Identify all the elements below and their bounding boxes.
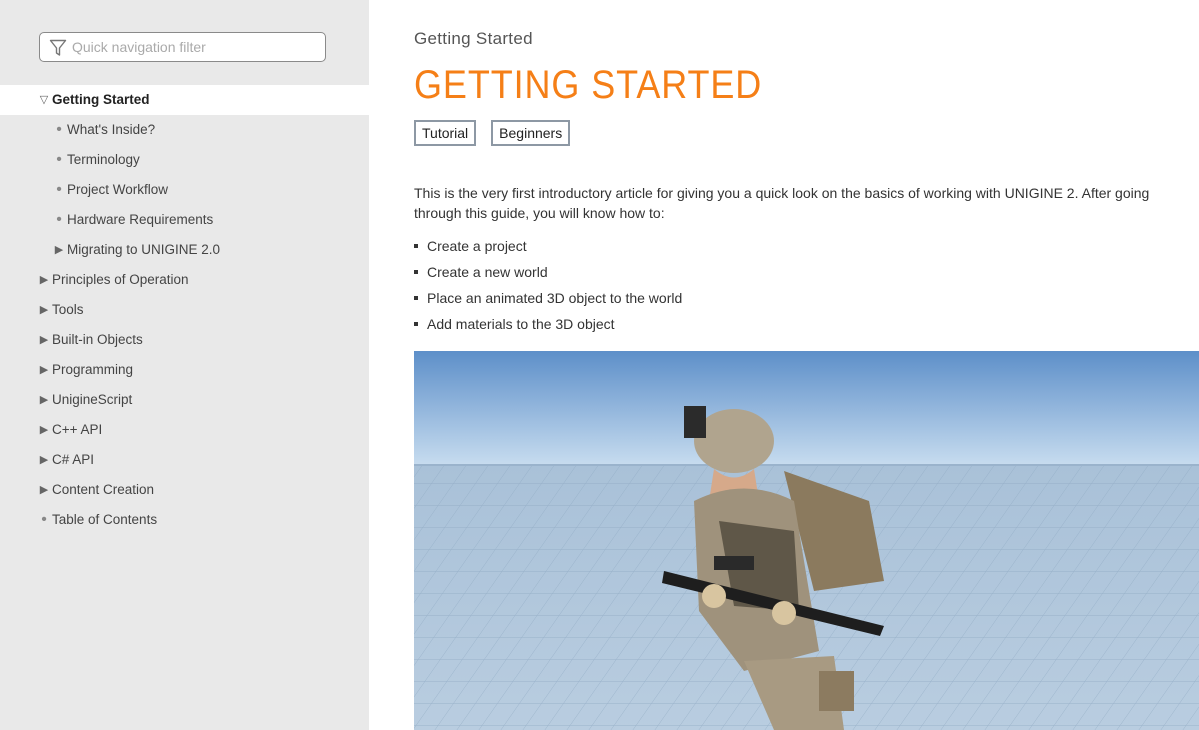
nav-item-label: Tools bbox=[52, 302, 84, 317]
nav-item-label: Principles of Operation bbox=[52, 272, 189, 287]
list-item: Add materials to the 3D object bbox=[414, 312, 682, 338]
bullet-icon: • bbox=[56, 121, 62, 138]
nav-item-terminology[interactable]: • Terminology bbox=[0, 145, 369, 175]
page-title: GETTING STARTED bbox=[414, 63, 763, 107]
navigation-filter[interactable] bbox=[39, 32, 326, 62]
tag-tutorial[interactable]: Tutorial bbox=[414, 120, 477, 146]
nav-item-tools[interactable]: ▶ Tools bbox=[0, 295, 369, 325]
bullet-icon: • bbox=[56, 181, 62, 198]
nav-item-getting-started[interactable]: ▽ Getting Started bbox=[0, 85, 369, 115]
collapsed-triangle-icon[interactable]: ▶ bbox=[38, 355, 50, 385]
nav-item-label: Content Creation bbox=[52, 482, 155, 497]
nav-item-label: Programming bbox=[52, 362, 134, 377]
expanded-triangle-icon[interactable]: ▽ bbox=[38, 85, 50, 115]
nav-item-label: What's Inside? bbox=[67, 122, 156, 137]
nav-item-table-of-contents[interactable]: • Table of Contents bbox=[0, 505, 369, 535]
sidebar: ▽ Getting Started • What's Inside? • Ter… bbox=[0, 0, 369, 730]
navigation-filter-input[interactable] bbox=[72, 33, 322, 61]
funnel-icon bbox=[49, 39, 67, 56]
navigation-tree: ▽ Getting Started • What's Inside? • Ter… bbox=[0, 85, 369, 535]
nav-item-label: Hardware Requirements bbox=[67, 212, 214, 227]
scene-illustration bbox=[414, 351, 1199, 730]
collapsed-triangle-icon[interactable]: ▶ bbox=[38, 295, 50, 325]
list-item: Place an animated 3D object to the world bbox=[414, 286, 682, 312]
bullet-icon: • bbox=[41, 511, 47, 528]
collapsed-triangle-icon[interactable]: ▶ bbox=[38, 265, 50, 295]
breadcrumb[interactable]: Getting Started bbox=[414, 29, 533, 49]
bullet-icon: • bbox=[56, 151, 62, 168]
tag-beginners[interactable]: Beginners bbox=[491, 120, 571, 146]
nav-item-label: Getting Started bbox=[52, 92, 150, 107]
nav-item-csharp-api[interactable]: ▶ C# API bbox=[0, 445, 369, 475]
collapsed-triangle-icon[interactable]: ▶ bbox=[38, 385, 50, 415]
tag-list: Tutorial Beginners bbox=[414, 120, 571, 146]
nav-item-label: UnigineScript bbox=[52, 392, 133, 407]
list-item: Create a new world bbox=[414, 260, 682, 286]
nav-item-content-creation[interactable]: ▶ Content Creation bbox=[0, 475, 369, 505]
collapsed-triangle-icon[interactable]: ▶ bbox=[38, 325, 50, 355]
nav-item-label: C# API bbox=[52, 452, 95, 467]
nav-item-migrating[interactable]: ▶ Migrating to UNIGINE 2.0 bbox=[0, 235, 369, 265]
nav-item-principles-of-operation[interactable]: ▶ Principles of Operation bbox=[0, 265, 369, 295]
nav-item-uniginescript[interactable]: ▶ UnigineScript bbox=[0, 385, 369, 415]
nav-item-project-workflow[interactable]: • Project Workflow bbox=[0, 175, 369, 205]
collapsed-triangle-icon[interactable]: ▶ bbox=[38, 475, 50, 505]
nav-item-label: Table of Contents bbox=[52, 512, 158, 527]
collapsed-triangle-icon[interactable]: ▶ bbox=[53, 235, 65, 265]
learning-goals-list: Create a project Create a new world Plac… bbox=[414, 234, 682, 338]
nav-item-label: C++ API bbox=[52, 422, 103, 437]
nav-item-label: Project Workflow bbox=[67, 182, 169, 197]
nav-item-whats-inside[interactable]: • What's Inside? bbox=[0, 115, 369, 145]
nav-item-programming[interactable]: ▶ Programming bbox=[0, 355, 369, 385]
list-item: Create a project bbox=[414, 234, 682, 260]
nav-item-cpp-api[interactable]: ▶ C++ API bbox=[0, 415, 369, 445]
nav-item-hardware-requirements[interactable]: • Hardware Requirements bbox=[0, 205, 369, 235]
collapsed-triangle-icon[interactable]: ▶ bbox=[38, 415, 50, 445]
collapsed-triangle-icon[interactable]: ▶ bbox=[38, 445, 50, 475]
nav-item-label: Migrating to UNIGINE 2.0 bbox=[67, 242, 221, 257]
soldier-render-image bbox=[414, 351, 1199, 730]
main-content: Getting Started GETTING STARTED Tutorial… bbox=[414, 0, 1199, 730]
nav-item-built-in-objects[interactable]: ▶ Built-in Objects bbox=[0, 325, 369, 355]
nav-item-label: Built-in Objects bbox=[52, 332, 143, 347]
nav-item-label: Terminology bbox=[67, 152, 140, 167]
intro-paragraph: This is the very first introductory arti… bbox=[414, 185, 1150, 221]
bullet-icon: • bbox=[56, 211, 62, 228]
